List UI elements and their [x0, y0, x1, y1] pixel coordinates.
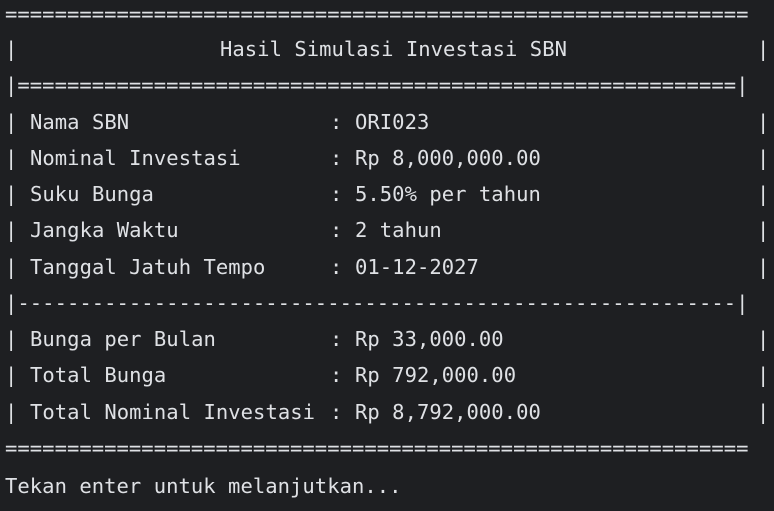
result-value: Rp 33,000.00 — [355, 327, 504, 351]
result-value: Rp 792,000.00 — [355, 363, 517, 387]
result-separator: : — [330, 327, 343, 351]
detail-separator: : — [330, 110, 343, 134]
detail-value: 01-12-2027 — [355, 255, 479, 279]
row-bar-left: | — [5, 400, 18, 424]
result-separator: : — [330, 400, 343, 424]
mid-divider: |---------------------------------------… — [5, 291, 749, 315]
top-rule: ========================================… — [5, 2, 749, 26]
title-bar-left: | — [5, 37, 18, 61]
detail-label: Nama SBN — [30, 110, 130, 134]
detail-value: ORI023 — [355, 110, 430, 134]
result-label: Bunga per Bulan — [30, 327, 216, 351]
result-row-bunga-per-bulan: | Bunga per Bulan : Rp 33,000.00 | — [5, 321, 769, 357]
detail-separator: : — [330, 255, 343, 279]
result-separator: : — [330, 363, 343, 387]
result-row-total-bunga: | Total Bunga : Rp 792,000.00 | — [5, 357, 769, 393]
detail-separator: : — [330, 218, 343, 242]
detail-value: 2 tahun — [355, 218, 442, 242]
row-bar-left: | — [5, 110, 18, 134]
result-value: Rp 8,792,000.00 — [355, 400, 541, 424]
result-row-total-nominal-investasi: | Total Nominal Investasi : Rp 8,792,000… — [5, 394, 769, 430]
row-bar-right: | — [757, 363, 770, 387]
row-bar-right: | — [757, 327, 770, 351]
bottom-rule: ========================================… — [5, 436, 749, 460]
title-bar-right: | — [757, 37, 770, 61]
detail-value: Rp 8,000,000.00 — [355, 146, 541, 170]
result-label: Total Bunga — [30, 363, 167, 387]
detail-separator: : — [330, 182, 343, 206]
row-bar-left: | — [5, 182, 18, 206]
detail-row-jangka-waktu: | Jangka Waktu : 2 tahun | — [5, 212, 769, 248]
row-bar-left: | — [5, 363, 18, 387]
title-row: | Hasil Simulasi Investasi SBN | — [5, 31, 769, 67]
row-bar-right: | — [757, 218, 770, 242]
row-bar-right: | — [757, 146, 770, 170]
detail-row-nominal-investasi: | Nominal Investasi : Rp 8,000,000.00 | — [5, 140, 769, 176]
detail-separator: : — [330, 146, 343, 170]
page-title: Hasil Simulasi Investasi SBN — [220, 37, 567, 61]
row-bar-left: | — [5, 327, 18, 351]
detail-label: Jangka Waktu — [30, 218, 179, 242]
title-divider: |=======================================… — [5, 73, 749, 97]
detail-label: Tanggal Jatuh Tempo — [30, 255, 266, 279]
detail-value: 5.50% per tahun — [355, 182, 541, 206]
detail-label: Suku Bunga — [30, 182, 154, 206]
row-bar-left: | — [5, 218, 18, 242]
detail-row-suku-bunga: | Suku Bunga : 5.50% per tahun | — [5, 176, 769, 212]
detail-row-nama-sbn: | Nama SBN : ORI023 | — [5, 104, 769, 140]
row-bar-right: | — [757, 255, 770, 279]
row-bar-right: | — [757, 400, 770, 424]
row-bar-right: | — [757, 110, 770, 134]
row-bar-right: | — [757, 182, 770, 206]
row-bar-left: | — [5, 255, 18, 279]
row-bar-left: | — [5, 146, 18, 170]
continue-prompt: Tekan enter untuk melanjutkan... — [5, 474, 402, 498]
detail-row-tanggal-jatuh-tempo: | Tanggal Jatuh Tempo : 01-12-2027 | — [5, 249, 769, 285]
detail-label: Nominal Investasi — [30, 146, 241, 170]
result-label: Total Nominal Investasi — [30, 400, 316, 424]
